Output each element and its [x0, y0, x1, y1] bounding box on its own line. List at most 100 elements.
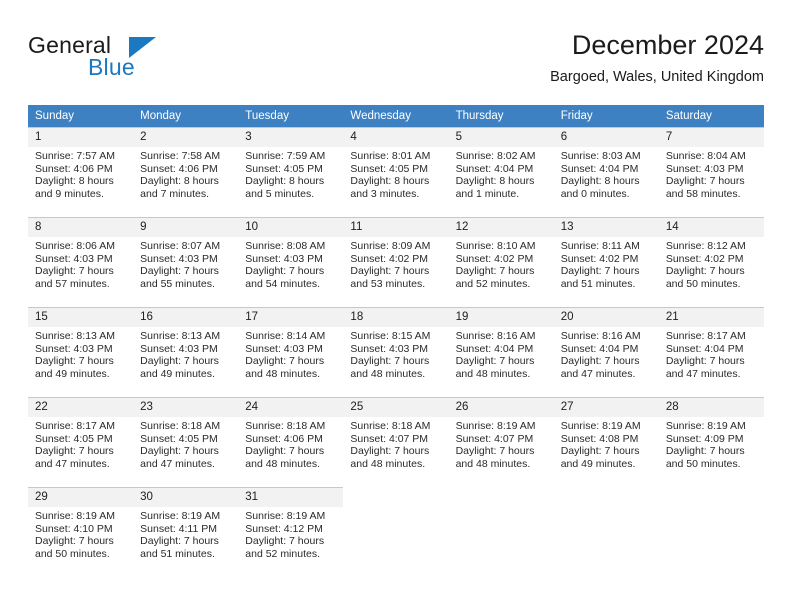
day-cell[interactable]: 12 Sunrise: 8:10 AM Sunset: 4:02 PM Dayligh…: [448, 217, 554, 303]
day-cell[interactable]: 20 Sunrise: 8:16 AM Sunset: 4:04 PM Dayligh…: [553, 307, 659, 393]
day-number: 5: [448, 127, 554, 147]
sunrise-text: Sunrise: 8:01 AM: [350, 150, 431, 162]
daylight-text-line1: Daylight: 7 hours: [140, 355, 219, 368]
brand-logo[interactable]: General Blue: [28, 32, 258, 88]
location-subtitle: Bargoed, Wales, United Kingdom: [550, 69, 764, 85]
day-cell[interactable]: 27 Sunrise: 8:19 AM Sunset: 4:08 PM Dayligh…: [553, 397, 659, 483]
day-cell[interactable]: 5 Sunrise: 8:02 AM Sunset: 4:04 PM Daylight…: [448, 127, 554, 213]
sunrise-text: Sunrise: 8:13 AM: [140, 330, 221, 342]
daylight-text-line1: Daylight: 7 hours: [560, 265, 640, 278]
sunset-text: Sunset: 4:03 PM: [140, 252, 218, 265]
week-row: 22 Sunrise: 8:17 AM Sunset: 4:05 PM Dayligh…: [28, 397, 764, 483]
daylight-text-line2: and 51 minutes.: [140, 548, 215, 561]
day-cell[interactable]: 30 Sunrise: 8:19 AM Sunset: 4:11 PM Dayligh…: [133, 487, 239, 573]
day-cell[interactable]: 18 Sunrise: 8:15 AM Sunset: 4:03 PM Dayligh…: [343, 307, 449, 393]
day-number: 11: [343, 217, 449, 237]
day-cell[interactable]: 10 Sunrise: 8:08 AM Sunset: 4:03 PM Dayligh…: [238, 217, 344, 303]
sunset-text: Sunset: 4:04 PM: [455, 162, 534, 175]
day-cell[interactable]: 4 Sunrise: 8:01 AM Sunset: 4:05 PM Daylight…: [343, 127, 449, 213]
day-number: 7: [658, 127, 764, 147]
day-number: 3: [238, 127, 344, 147]
daylight-text-line1: Daylight: 7 hours: [245, 355, 325, 368]
day-cell[interactable]: 17 Sunrise: 8:14 AM Sunset: 4:03 PM Dayligh…: [238, 307, 344, 393]
day-cell[interactable]: 2 Sunrise: 7:58 AM Sunset: 4:06 PM Daylight…: [133, 127, 239, 213]
day-cell[interactable]: 29 Sunrise: 8:19 AM Sunset: 4:10 PM Dayligh…: [28, 487, 134, 573]
sunrise-text: Sunrise: 8:19 AM: [455, 420, 536, 432]
daylight-text-line1: Daylight: 7 hours: [350, 355, 430, 368]
daylight-text-line1: Daylight: 8 hours: [455, 175, 535, 188]
day-number: [343, 487, 448, 506]
day-details: Sunrise: 8:18 AM Sunset: 4:05 PM Daylight:…: [133, 417, 238, 471]
day-cell[interactable]: 14 Sunrise: 8:12 AM Sunset: 4:02 PM Dayligh…: [658, 217, 764, 303]
daylight-text-line2: and 58 minutes.: [665, 188, 741, 201]
daylight-text-line2: and 48 minutes.: [455, 368, 531, 381]
sunrise-text: Sunrise: 8:16 AM: [560, 330, 641, 342]
sunrise-text: Sunrise: 8:08 AM: [245, 240, 326, 252]
sunrise-text: Sunrise: 8:18 AM: [350, 420, 431, 432]
day-cell[interactable]: 9 Sunrise: 8:07 AM Sunset: 4:03 PM Daylight…: [133, 217, 239, 303]
day-number: [554, 487, 659, 506]
daylight-text-line1: Daylight: 7 hours: [35, 355, 114, 368]
day-details: Sunrise: 8:18 AM Sunset: 4:06 PM Daylight:…: [238, 417, 343, 471]
sunset-text: Sunset: 4:03 PM: [245, 252, 323, 265]
sunrise-text: Sunrise: 7:57 AM: [35, 150, 115, 162]
day-number: 28: [658, 397, 764, 417]
day-cell[interactable]: 16 Sunrise: 8:13 AM Sunset: 4:03 PM Dayligh…: [133, 307, 239, 393]
day-number: 8: [28, 217, 134, 237]
day-details: Sunrise: 8:19 AM Sunset: 4:11 PM Daylight:…: [133, 507, 238, 561]
daylight-text-line2: and 50 minutes.: [665, 458, 741, 471]
daylight-text-line1: Daylight: 7 hours: [455, 265, 535, 278]
sunrise-text: Sunrise: 8:09 AM: [350, 240, 431, 252]
day-cell[interactable]: 31 Sunrise: 8:19 AM Sunset: 4:12 PM Dayligh…: [238, 487, 344, 573]
daylight-text-line2: and 48 minutes.: [350, 458, 426, 471]
day-cell[interactable]: 3 Sunrise: 7:59 AM Sunset: 4:05 PM Daylight…: [238, 127, 344, 213]
day-cell[interactable]: 25 Sunrise: 8:18 AM Sunset: 4:07 PM Dayligh…: [343, 397, 449, 483]
day-details: Sunrise: 8:17 AM Sunset: 4:04 PM Daylight:…: [659, 327, 764, 381]
daylight-text-line2: and 7 minutes.: [140, 188, 210, 201]
day-cell[interactable]: 28 Sunrise: 8:19 AM Sunset: 4:09 PM Dayligh…: [658, 397, 764, 483]
day-details: Sunrise: 8:08 AM Sunset: 4:03 PM Daylight:…: [238, 237, 343, 291]
sunset-text: Sunset: 4:05 PM: [140, 432, 218, 445]
day-cell[interactable]: 19 Sunrise: 8:16 AM Sunset: 4:04 PM Dayligh…: [448, 307, 554, 393]
day-details: Sunrise: 7:59 AM Sunset: 4:05 PM Daylight:…: [238, 147, 343, 201]
day-cell[interactable]: 23 Sunrise: 8:18 AM Sunset: 4:05 PM Dayligh…: [133, 397, 239, 483]
daylight-text-line2: and 48 minutes.: [455, 458, 531, 471]
day-cell[interactable]: 13 Sunrise: 8:11 AM Sunset: 4:02 PM Dayligh…: [553, 217, 659, 303]
day-cell[interactable]: 6 Sunrise: 8:03 AM Sunset: 4:04 PM Daylight…: [553, 127, 659, 213]
day-details: Sunrise: 8:16 AM Sunset: 4:04 PM Daylight:…: [449, 327, 554, 381]
sunset-text: Sunset: 4:03 PM: [140, 342, 218, 355]
day-cell[interactable]: 21 Sunrise: 8:17 AM Sunset: 4:04 PM Dayligh…: [658, 307, 764, 393]
day-number: 17: [238, 307, 344, 327]
day-cell-empty: [343, 487, 448, 573]
day-details: Sunrise: 8:01 AM Sunset: 4:05 PM Daylight:…: [343, 147, 448, 201]
title-block: December 2024 Bargoed, Wales, United Kin…: [550, 28, 764, 87]
sunrise-text: Sunrise: 8:13 AM: [35, 330, 115, 342]
day-number: 15: [28, 307, 134, 327]
day-cell[interactable]: 1 Sunrise: 7:57 AM Sunset: 4:06 PM Daylight…: [28, 127, 134, 213]
sunset-text: Sunset: 4:06 PM: [35, 162, 113, 175]
daylight-text-line2: and 3 minutes.: [350, 188, 420, 201]
daylight-text-line1: Daylight: 7 hours: [350, 265, 430, 278]
daylight-text-line1: Daylight: 7 hours: [245, 535, 325, 548]
sunrise-text: Sunrise: 8:18 AM: [140, 420, 221, 432]
day-cell[interactable]: 26 Sunrise: 8:19 AM Sunset: 4:07 PM Dayligh…: [448, 397, 554, 483]
sunrise-text: Sunrise: 8:11 AM: [560, 240, 640, 252]
day-cell[interactable]: 7 Sunrise: 8:04 AM Sunset: 4:03 PM Daylight…: [658, 127, 764, 213]
day-cell[interactable]: 15 Sunrise: 8:13 AM Sunset: 4:03 PM Dayligh…: [28, 307, 134, 393]
daylight-text-line2: and 47 minutes.: [140, 458, 215, 471]
day-cell[interactable]: 22 Sunrise: 8:17 AM Sunset: 4:05 PM Dayligh…: [28, 397, 134, 483]
day-cell[interactable]: 8 Sunrise: 8:06 AM Sunset: 4:03 PM Daylight…: [28, 217, 134, 303]
day-number: 19: [448, 307, 554, 327]
sunset-text: Sunset: 4:07 PM: [350, 432, 429, 445]
day-number: 31: [238, 487, 344, 507]
week-row: 8 Sunrise: 8:06 AM Sunset: 4:03 PM Daylight…: [28, 217, 764, 303]
daylight-text-line1: Daylight: 7 hours: [350, 445, 430, 458]
sunrise-text: Sunrise: 8:19 AM: [665, 420, 746, 432]
day-details: Sunrise: 8:04 AM Sunset: 4:03 PM Daylight:…: [659, 147, 764, 201]
sunset-text: Sunset: 4:12 PM: [245, 522, 323, 535]
day-cell[interactable]: 11 Sunrise: 8:09 AM Sunset: 4:02 PM Dayligh…: [343, 217, 449, 303]
day-cell[interactable]: 24 Sunrise: 8:18 AM Sunset: 4:06 PM Dayligh…: [238, 397, 344, 483]
sunset-text: Sunset: 4:09 PM: [665, 432, 744, 445]
daylight-text-line1: Daylight: 7 hours: [140, 445, 219, 458]
sunset-text: Sunset: 4:08 PM: [560, 432, 639, 445]
